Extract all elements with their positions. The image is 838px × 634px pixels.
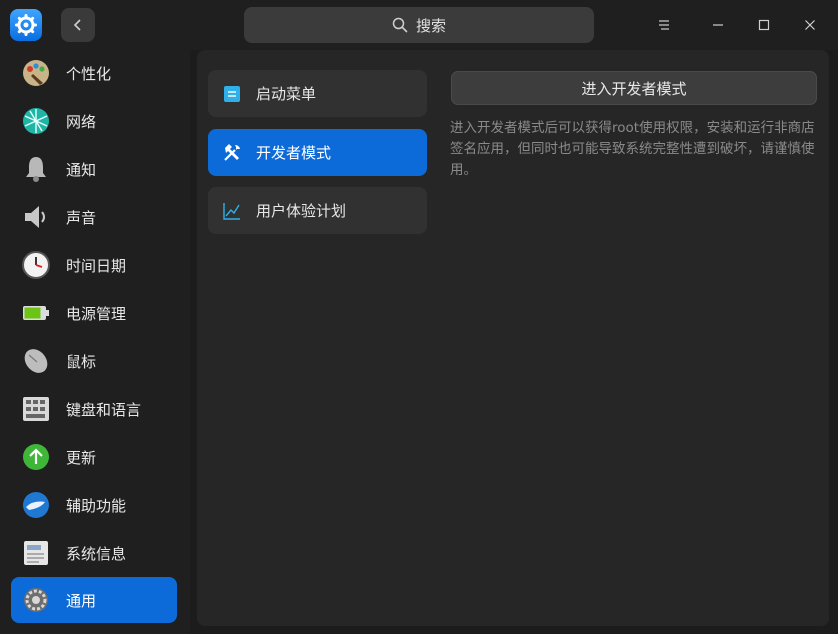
boot-menu-icon bbox=[222, 84, 242, 104]
sidebar-item-update[interactable]: 更新 bbox=[11, 434, 177, 480]
title-bar: 搜索 bbox=[0, 0, 838, 50]
battery-icon bbox=[21, 298, 51, 328]
sidebar-item-network[interactable]: 网络 bbox=[11, 98, 177, 144]
sidebar-item-label: 辅助功能 bbox=[66, 496, 127, 515]
hamburger-menu-icon bbox=[659, 20, 669, 30]
subnav-item-label: 用户体验计划 bbox=[256, 202, 347, 220]
sidebar-item-system-info[interactable]: 系统信息 bbox=[11, 530, 177, 576]
menu-button[interactable] bbox=[646, 7, 682, 43]
developer-mode-content: 进入开发者模式 进入开发者模式后可以获得root使用权限，安装和运行非商店签名应… bbox=[437, 50, 829, 626]
maximize-button[interactable] bbox=[746, 7, 782, 43]
sidebar-item-power[interactable]: 电源管理 bbox=[11, 290, 177, 336]
sidebar-item-label: 键盘和语言 bbox=[66, 400, 142, 419]
back-button[interactable] bbox=[61, 8, 95, 42]
sidebar-item-notification[interactable]: 通知 bbox=[11, 146, 177, 192]
minimize-icon bbox=[713, 24, 723, 26]
subnav-panel: 启动菜单 开发者模式 用户体验计划 bbox=[197, 50, 437, 626]
sidebar-item-label: 更新 bbox=[66, 448, 97, 467]
clock-icon bbox=[21, 250, 51, 280]
keyboard-icon bbox=[21, 394, 51, 424]
subnav-item-developer-mode[interactable]: 开发者模式 bbox=[208, 129, 427, 176]
update-arrow-icon bbox=[21, 442, 51, 472]
sidebar: 个性化 网络 通知 声音 时间日期 电源管理 鼠标 键盘和语言 更新 辅助功能 … bbox=[0, 50, 190, 634]
search-icon bbox=[392, 17, 408, 33]
close-icon bbox=[805, 20, 815, 30]
sidebar-item-label: 系统信息 bbox=[66, 544, 127, 563]
sidebar-item-accessibility[interactable]: 辅助功能 bbox=[11, 482, 177, 528]
close-button[interactable] bbox=[792, 7, 828, 43]
sidebar-item-label: 通知 bbox=[66, 160, 97, 179]
subnav-item-label: 开发者模式 bbox=[256, 144, 332, 162]
speaker-icon bbox=[21, 202, 51, 232]
developer-mode-description: 进入开发者模式后可以获得root使用权限，安装和运行非商店签名应用，但同时也可能… bbox=[450, 120, 815, 178]
sidebar-item-label: 个性化 bbox=[66, 64, 112, 83]
sidebar-item-keyboard[interactable]: 键盘和语言 bbox=[11, 386, 177, 432]
sidebar-item-label: 时间日期 bbox=[66, 256, 127, 275]
search-placeholder: 搜索 bbox=[415, 16, 446, 35]
sidebar-item-general[interactable]: 通用 bbox=[11, 577, 177, 623]
subnav-item-user-experience[interactable]: 用户体验计划 bbox=[208, 187, 427, 234]
maximize-icon bbox=[758, 19, 770, 31]
enter-developer-mode-button[interactable]: 进入开发者模式 bbox=[451, 71, 817, 105]
sidebar-item-label: 声音 bbox=[66, 208, 97, 227]
sidebar-item-label: 电源管理 bbox=[66, 304, 127, 323]
minimize-button[interactable] bbox=[700, 7, 736, 43]
bell-icon bbox=[21, 154, 51, 184]
personalization-icon bbox=[21, 58, 51, 88]
trend-chart-icon bbox=[222, 201, 242, 221]
accessibility-hand-icon bbox=[21, 490, 51, 520]
sidebar-item-datetime[interactable]: 时间日期 bbox=[11, 242, 177, 288]
network-icon bbox=[21, 106, 51, 136]
sidebar-item-label: 网络 bbox=[66, 112, 97, 131]
sidebar-item-personalization[interactable]: 个性化 bbox=[11, 50, 177, 96]
sidebar-item-sound[interactable]: 声音 bbox=[11, 194, 177, 240]
gear-icon bbox=[21, 585, 51, 615]
system-info-icon bbox=[21, 538, 51, 568]
developer-tools-icon bbox=[222, 143, 242, 163]
search-input[interactable]: 搜索 bbox=[244, 7, 594, 43]
sidebar-item-label: 通用 bbox=[66, 591, 97, 610]
subnav-item-label: 启动菜单 bbox=[256, 85, 317, 103]
subnav-item-boot-menu[interactable]: 启动菜单 bbox=[208, 70, 427, 117]
chevron-left-icon bbox=[73, 19, 81, 31]
mouse-icon bbox=[21, 346, 51, 376]
control-center-app-icon bbox=[10, 9, 42, 41]
sidebar-item-mouse[interactable]: 鼠标 bbox=[11, 338, 177, 384]
sidebar-item-label: 鼠标 bbox=[66, 352, 97, 371]
